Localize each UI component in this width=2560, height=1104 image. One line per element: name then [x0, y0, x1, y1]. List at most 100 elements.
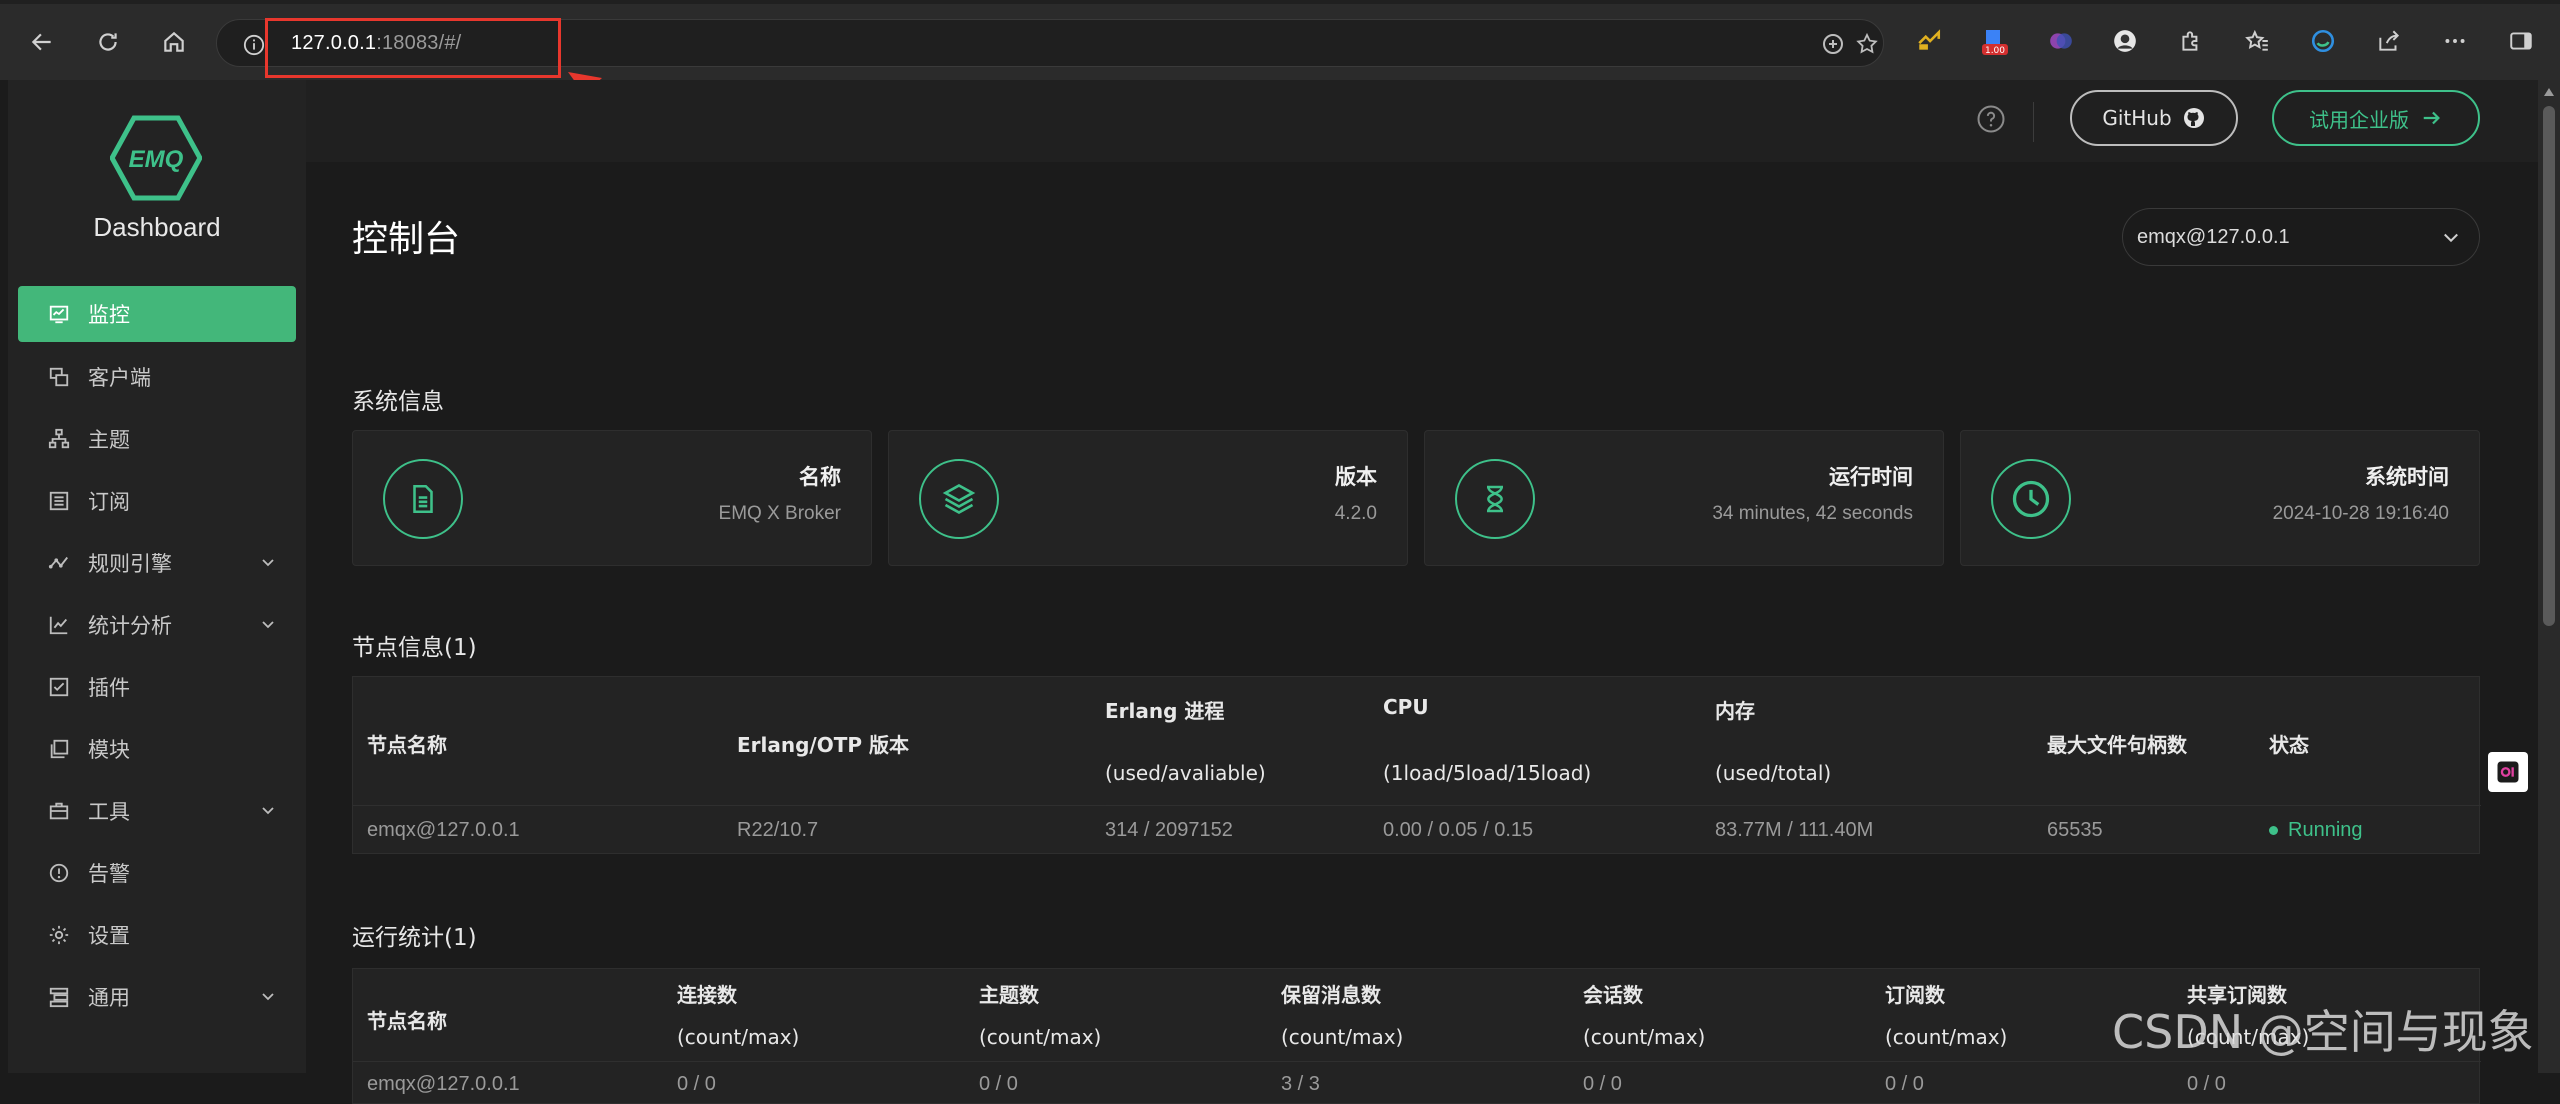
annotation-highlight-box: [265, 18, 561, 78]
card-value: EMQ X Broker: [718, 503, 841, 524]
sidebar-item-clients[interactable]: 客户端: [8, 346, 306, 408]
table-header: Erlang/OTP 版本: [737, 733, 910, 757]
plugins-icon: [46, 674, 72, 700]
system-info-title: 系统信息: [352, 389, 444, 415]
sidebar: EMQ Dashboard 监控 客户端 主题 订阅 规则引擎 统计分析 插件 …: [8, 80, 306, 1073]
status-dot: [2269, 826, 2278, 836]
clock-icon: [1991, 459, 2071, 539]
sidebar-item-analytics[interactable]: 统计分析: [8, 594, 306, 656]
sidebar-item-label: 设置: [88, 924, 130, 948]
tab-strip: [0, 0, 2560, 4]
info-card-system-time: 系统时间 2024-10-28 19:16:40: [1960, 430, 2480, 566]
scroll-up-icon[interactable]: [2544, 88, 2554, 96]
site-info-icon[interactable]: [243, 34, 265, 60]
chevron-down-icon: [262, 807, 274, 815]
sidebar-item-subscriptions[interactable]: 订阅: [8, 470, 306, 532]
table-cell: 65535: [2047, 819, 2103, 841]
sidebar-item-tools[interactable]: 工具: [8, 780, 306, 842]
tools-icon: [46, 798, 72, 824]
sidebar-item-topics[interactable]: 主题: [8, 408, 306, 470]
table-header-sub: (count/max): [979, 1025, 1102, 1049]
sidebar-item-label: 规则引擎: [88, 552, 172, 576]
more-menu-icon[interactable]: [2438, 24, 2472, 58]
sidebar-item-plugins[interactable]: 插件: [8, 656, 306, 718]
table-header-sub: (used/total): [1715, 761, 1832, 785]
monitor-icon: [46, 301, 72, 327]
extension-3-icon[interactable]: [2044, 24, 2078, 58]
top-header: GitHub 试用企业版: [306, 80, 2538, 162]
sidebar-item-label: 插件: [88, 676, 130, 700]
row-divider: [353, 805, 2481, 806]
try-enterprise-button[interactable]: 试用企业版: [2272, 90, 2480, 146]
home-button[interactable]: [156, 24, 192, 60]
scrollbar-thumb[interactable]: [2543, 106, 2555, 626]
rule-engine-icon: [46, 550, 72, 576]
brand-title: Dashboard: [93, 212, 221, 242]
info-card-name: 名称 EMQ X Broker: [352, 430, 872, 566]
node-select[interactable]: emqx@127.0.0.1: [2122, 208, 2480, 266]
table-header: 节点名称: [367, 733, 447, 757]
help-icon[interactable]: [1976, 104, 2006, 138]
sidebar-item-monitor[interactable]: 监控: [18, 286, 296, 342]
table-cell: 0 / 0: [1583, 1073, 1622, 1095]
alarm-icon: [46, 860, 72, 886]
refresh-icon: [99, 33, 117, 51]
translate-icon[interactable]: [1821, 32, 1845, 56]
sidebar-item-rule-engine[interactable]: 规则引擎: [8, 532, 306, 594]
sidebar-item-general[interactable]: 通用: [8, 966, 306, 1028]
main-content: 控制台 emqx@127.0.0.1 系统信息 名称 EMQ X Broker …: [306, 162, 2538, 1104]
extensions-puzzle-icon[interactable]: [2174, 24, 2208, 58]
analytics-icon: [46, 612, 72, 638]
extension-1-icon[interactable]: [1912, 24, 1946, 58]
table-cell: 314 / 2097152: [1105, 819, 1233, 841]
stats-section-title: 运行统计(1): [352, 925, 477, 951]
emqx-dashboard-app: EMQ Dashboard 监控 客户端 主题 订阅 规则引擎 统计分析 插件 …: [8, 80, 2538, 1104]
table-cell: emqx@127.0.0.1: [367, 819, 520, 841]
card-label: 运行时间: [1829, 465, 1913, 489]
general-icon: [46, 984, 72, 1010]
table-cell: 0 / 0: [1885, 1073, 1924, 1095]
document-icon: [383, 459, 463, 539]
header-divider: [2033, 102, 2034, 142]
table-cell: 83.77M / 111.40M: [1715, 819, 1874, 841]
share-icon[interactable]: [2372, 24, 2406, 58]
back-button[interactable]: [24, 24, 60, 60]
status-badge: Running: [2269, 819, 2363, 842]
sidebar-item-modules[interactable]: 模块: [8, 718, 306, 780]
subscriptions-icon: [46, 488, 72, 514]
table-header: 最大文件句柄数: [2047, 733, 2187, 757]
sidebar-item-settings[interactable]: 设置: [8, 904, 306, 966]
favorites-icon[interactable]: [2240, 24, 2274, 58]
table-cell: 0 / 0: [2187, 1073, 2226, 1095]
card-label: 版本: [1335, 465, 1377, 489]
chevron-down-icon: [2444, 233, 2458, 243]
nodes-table: 节点名称 Erlang/OTP 版本 Erlang 进程 (used/avali…: [352, 676, 2481, 854]
github-button[interactable]: GitHub: [2070, 90, 2238, 146]
table-cell: 0 / 0: [677, 1073, 716, 1095]
sidebar-item-label: 订阅: [88, 490, 130, 514]
page-scrollbar[interactable]: [2538, 80, 2560, 1073]
table-header: 连接数: [677, 983, 737, 1007]
favorite-star-icon[interactable]: [1855, 32, 1879, 56]
extension-2-icon[interactable]: 1.00: [1978, 24, 2012, 58]
sidebar-menu: 监控 客户端 主题 订阅 规则引擎 统计分析 插件 模块 工具 告警 设置 通用: [8, 286, 306, 1028]
card-label: 名称: [799, 465, 841, 489]
edge-collections-icon[interactable]: [2306, 24, 2340, 58]
page-title: 控制台: [352, 219, 461, 260]
ai-assistant-icon[interactable]: [2488, 752, 2528, 792]
card-label: 系统时间: [2365, 465, 2449, 489]
sidebar-item-alarms[interactable]: 告警: [8, 842, 306, 904]
sidebar-item-label: 工具: [88, 800, 130, 824]
emq-logo[interactable]: EMQ: [109, 112, 203, 208]
table-header: 会话数: [1583, 983, 1643, 1007]
svg-text:1.00: 1.00: [1985, 46, 2005, 56]
sidebar-toggle-icon[interactable]: [2504, 24, 2538, 58]
extension-4-icon[interactable]: [2108, 24, 2142, 58]
refresh-button[interactable]: [90, 24, 126, 60]
table-header-sub: (count/max): [1583, 1025, 1706, 1049]
table-cell: 0.00 / 0.05 / 0.15: [1383, 819, 1534, 841]
table-cell: 3 / 3: [1281, 1073, 1320, 1095]
github-icon: [2183, 108, 2204, 128]
table-cell: emqx@127.0.0.1: [367, 1073, 520, 1095]
chevron-down-icon: [262, 559, 274, 567]
